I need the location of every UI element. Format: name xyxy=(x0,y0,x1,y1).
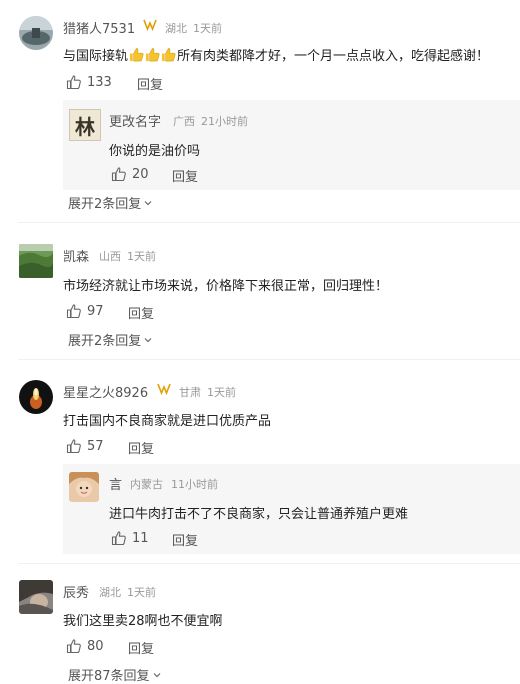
verified-badge-icon xyxy=(143,17,157,35)
expand-label: 展开2条回复 xyxy=(68,334,142,349)
comment-text-part: 与国际接轨 xyxy=(63,49,129,64)
like-count: 57 xyxy=(87,438,104,454)
like-button[interactable]: 11 xyxy=(111,530,149,546)
avatar[interactable] xyxy=(69,472,99,502)
like-button[interactable]: 20 xyxy=(111,166,149,182)
location: 湖北 xyxy=(165,22,187,35)
username[interactable]: 猎猪人7531 xyxy=(63,18,135,37)
comment-text-part: 所有肉类都降才好，一个月一点点收入，吃得起感谢！ xyxy=(177,49,490,64)
location: 山西 xyxy=(99,250,121,263)
comment-text: 我们这里卖28啊也不便宜啊 xyxy=(63,614,223,629)
chevron-down-icon xyxy=(153,672,160,677)
like-button[interactable]: 97 xyxy=(66,303,104,319)
verified-badge-icon xyxy=(157,381,171,399)
reply-button[interactable]: 回复 xyxy=(128,303,154,322)
like-count: 97 xyxy=(87,303,104,319)
reply-button[interactable]: 回复 xyxy=(172,166,198,185)
reply-button[interactable]: 回复 xyxy=(137,74,163,93)
chevron-down-icon xyxy=(144,337,152,342)
thumbs-up-emoji xyxy=(129,47,176,62)
like-count: 80 xyxy=(87,638,104,654)
timestamp: 1天前 xyxy=(127,250,156,263)
comment-text: 与国际接轨 所有肉类都降才好，一个月一点点收入，吃得起感谢！ xyxy=(63,45,489,64)
reply-button[interactable]: 回复 xyxy=(128,438,154,457)
thumbs-up-icon xyxy=(66,75,81,90)
timestamp: 11小时前 xyxy=(171,478,218,491)
like-button[interactable]: 57 xyxy=(66,438,104,454)
thumbs-up-icon xyxy=(111,167,126,182)
avatar[interactable] xyxy=(19,244,53,278)
timestamp: 1天前 xyxy=(207,386,236,399)
location: 湖北 xyxy=(99,586,121,599)
reply-text: 你说的是油价吗 xyxy=(109,144,201,159)
username[interactable]: 辰秀 xyxy=(63,582,89,601)
avatar[interactable] xyxy=(19,580,53,614)
expand-replies-button[interactable]: 展开2条回复 xyxy=(68,193,153,212)
like-button[interactable]: 133 xyxy=(66,74,112,90)
thumbs-up-icon xyxy=(66,639,81,654)
divider xyxy=(18,222,520,223)
avatar[interactable] xyxy=(19,16,53,50)
comment-text: 打击国内不良商家就是进口优质产品 xyxy=(63,414,272,429)
chevron-down-icon xyxy=(144,200,152,205)
expand-replies-button[interactable]: 展开87条回复 xyxy=(68,665,162,684)
thumbs-up-icon xyxy=(66,439,81,454)
location: 内蒙古 xyxy=(130,478,163,491)
divider xyxy=(18,563,520,564)
avatar-glyph: 林 xyxy=(75,114,95,139)
reply-button[interactable]: 回复 xyxy=(128,638,154,657)
thumbs-up-icon xyxy=(66,304,81,319)
reply-text: 进口牛肉打击不了不良商家，只会让普通养殖户更难 xyxy=(109,507,409,522)
like-button[interactable]: 80 xyxy=(66,638,104,654)
username[interactable]: 更改名字 xyxy=(109,111,161,130)
location: 甘肃 xyxy=(179,386,201,399)
expand-label: 展开87条回复 xyxy=(68,669,150,684)
like-count: 11 xyxy=(132,530,149,546)
comment-text: 市场经济就让市场来说，价格降下来很正常，回归理性！ xyxy=(63,279,389,294)
location: 广西 xyxy=(173,115,195,128)
timestamp: 21小时前 xyxy=(201,115,248,128)
reply-button[interactable]: 回复 xyxy=(172,530,198,549)
like-count: 20 xyxy=(132,166,149,182)
avatar[interactable]: 林 xyxy=(69,109,101,141)
expand-replies-button[interactable]: 展开2条回复 xyxy=(68,330,153,349)
timestamp: 1天前 xyxy=(127,586,156,599)
timestamp: 1天前 xyxy=(193,22,222,35)
divider xyxy=(18,359,520,360)
avatar[interactable] xyxy=(19,380,53,414)
username[interactable]: 凯森 xyxy=(63,246,89,265)
thumbs-up-icon xyxy=(111,531,126,546)
expand-label: 展开2条回复 xyxy=(68,197,142,212)
like-count: 133 xyxy=(87,74,112,90)
username[interactable]: 星星之火8926 xyxy=(63,382,148,401)
username[interactable]: 言 xyxy=(109,474,122,493)
